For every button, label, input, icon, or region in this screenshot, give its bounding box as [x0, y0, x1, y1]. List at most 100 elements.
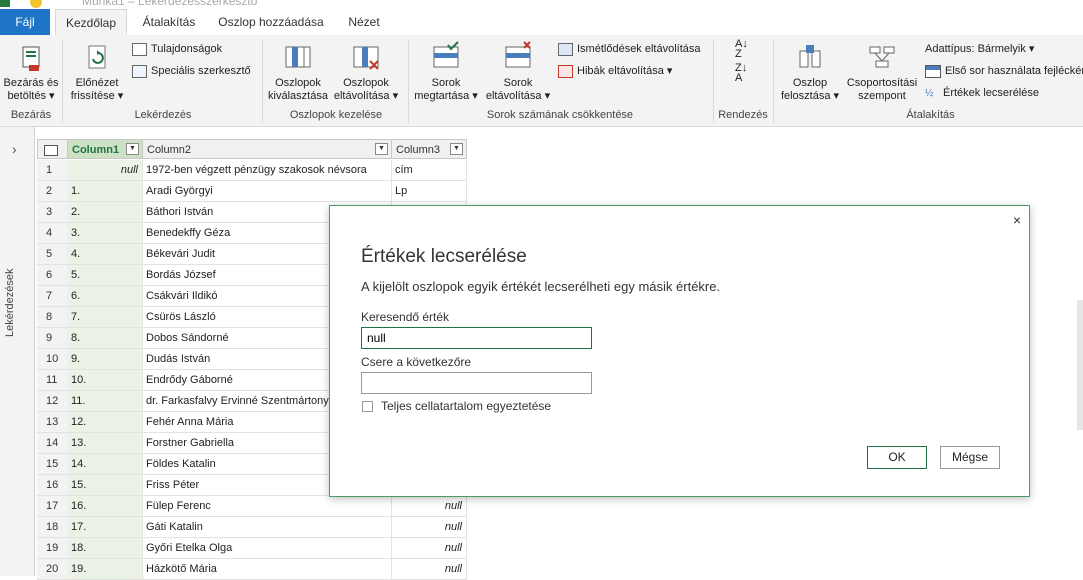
ribbon-separator [62, 39, 63, 123]
cancel-button[interactable]: Mégse [940, 446, 1000, 469]
properties-button[interactable]: Tulajdonságok [132, 41, 222, 57]
cell-column1[interactable]: 7. [67, 307, 143, 328]
cell-column1[interactable]: 19. [67, 559, 143, 580]
advanced-editor-button[interactable]: Speciális szerkesztő [132, 63, 251, 79]
replace-values-label: Értékek lecserélése [943, 87, 1039, 99]
row-number: 19 [37, 538, 68, 559]
cell-column1[interactable]: 2. [67, 202, 143, 223]
cell-column1[interactable]: 11. [67, 391, 143, 412]
vertical-scrollbar[interactable] [1077, 300, 1083, 430]
replace-values-button[interactable]: ½ Értékek lecserélése [925, 85, 1039, 102]
data-type-dropdown[interactable]: Adattípus: Bármelyik ▾ [925, 41, 1034, 57]
tab-add-column[interactable]: Oszlop hozzáadása [212, 9, 330, 35]
column-header-column1[interactable]: Column1 ▼ [67, 139, 143, 159]
row-number: 12 [37, 391, 68, 412]
cell-column1[interactable]: 13. [67, 433, 143, 454]
remove-duplicates-button[interactable]: Ismétlődések eltávolítása [558, 41, 701, 57]
excel-icon [0, 0, 10, 7]
cell-column1[interactable]: 18. [67, 538, 143, 559]
ok-button[interactable]: OK [867, 446, 927, 469]
sort-descending-button[interactable]: Z↓ A [735, 63, 747, 86]
dialog-title: Értékek lecserélése [361, 246, 527, 267]
cell-column2[interactable]: Házkötő Mária [142, 559, 392, 580]
cell-column1[interactable]: 15. [67, 475, 143, 496]
remove-columns-button[interactable]: Oszlopok eltávolítása ▾ [332, 41, 400, 103]
group-by-button[interactable]: Csoportosítási szempont [844, 41, 920, 103]
table-header-icon [925, 64, 941, 78]
row-number: 16 [37, 475, 68, 496]
match-entire-cell-checkbox[interactable] [362, 401, 373, 412]
cell-column2[interactable]: Gáti Katalin [142, 517, 392, 538]
close-and-load-button[interactable]: Bezárás és betöltés ▾ [2, 41, 60, 103]
column-header-column3[interactable]: Column3 ▼ [391, 139, 467, 159]
column-header-column2[interactable]: Column2 ▼ [142, 139, 392, 159]
sort-ascending-button[interactable]: A↓ Z [735, 39, 748, 62]
cell-column3[interactable]: null [391, 517, 467, 538]
tab-view[interactable]: Nézet [338, 9, 390, 35]
tab-file[interactable]: Fájl [0, 9, 50, 35]
split-column-label-2: felosztása ▾ [780, 90, 840, 102]
tab-transform[interactable]: Átalakítás [133, 9, 205, 35]
remove-rows-button[interactable]: Sorok eltávolítása ▾ [484, 41, 552, 103]
properties-icon [132, 42, 147, 56]
sort-ascending-icon: A↓ Z [735, 38, 748, 60]
use-first-row-label: Első sor használata fejlécként [945, 65, 1083, 77]
remove-errors-button[interactable]: Hibák eltávolítása ▾ [558, 63, 672, 79]
cell-column3[interactable]: null [391, 496, 467, 517]
cell-column1[interactable]: 16. [67, 496, 143, 517]
properties-label: Tulajdonságok [151, 43, 223, 55]
cell-column1[interactable]: 4. [67, 244, 143, 265]
expand-chevron-icon[interactable]: › [12, 141, 17, 157]
close-load-label-1: Bezárás és [3, 77, 59, 89]
close-icon[interactable]: × [1013, 212, 1021, 228]
sort-descending-icon: Z↓ A [735, 62, 748, 84]
remove-columns-icon [353, 46, 379, 70]
cell-column1[interactable]: 3. [67, 223, 143, 244]
row-number: 2 [37, 181, 68, 202]
cell-column1[interactable]: 12. [67, 412, 143, 433]
cell-column3[interactable]: cím [391, 160, 467, 181]
cell-column1[interactable]: 14. [67, 454, 143, 475]
cell-column1[interactable]: null [67, 160, 143, 181]
cell-column1[interactable]: 1. [67, 181, 143, 202]
cell-column2[interactable]: Győri Etelka Olga [142, 538, 392, 559]
smiley-icon [30, 0, 42, 8]
row-number: 9 [37, 328, 68, 349]
queries-pane[interactable]: › Lekérdezések [0, 127, 35, 576]
cell-column1[interactable]: 6. [67, 286, 143, 307]
cell-column3[interactable]: null [391, 559, 467, 580]
row-number: 4 [37, 223, 68, 244]
filter-dropdown-icon[interactable]: ▼ [375, 143, 388, 155]
filter-dropdown-icon[interactable]: ▼ [126, 143, 139, 155]
group-label-sort: Rendezés [718, 109, 768, 121]
split-column-button[interactable]: Oszlop felosztása ▾ [778, 41, 842, 103]
cell-column1[interactable]: 10. [67, 370, 143, 391]
cell-column1[interactable]: 9. [67, 349, 143, 370]
cell-column2[interactable]: Fülep Ferenc [142, 496, 392, 517]
cell-column2[interactable]: Aradi Györgyi [142, 181, 392, 202]
tab-home[interactable]: Kezdőlap [55, 9, 127, 35]
keep-rows-button[interactable]: Sorok megtartása ▾ [412, 41, 480, 103]
row-number: 11 [37, 370, 68, 391]
choose-columns-button[interactable]: Oszlopok kiválasztása [266, 41, 330, 103]
cell-column3[interactable]: Lp [391, 181, 467, 202]
use-first-row-button[interactable]: Első sor használata fejlécként [925, 63, 1083, 79]
cell-column1[interactable]: 5. [67, 265, 143, 286]
cell-column1[interactable]: 17. [67, 517, 143, 538]
cell-column3[interactable]: null [391, 538, 467, 559]
replace-with-input[interactable] [361, 372, 592, 394]
filter-dropdown-icon[interactable]: ▼ [450, 143, 463, 155]
group-by-label-1: Csoportosítási [846, 77, 918, 89]
cell-column2[interactable]: 1972-ben végzett pénzügy szakosok névsor… [142, 160, 392, 181]
remove-rows-label-1: Sorok [503, 77, 533, 89]
row-number: 6 [37, 265, 68, 286]
find-value-input[interactable] [361, 327, 592, 349]
row-number: 20 [37, 559, 68, 580]
refresh-preview-button[interactable]: Előnézet frissítése ▾ [66, 41, 128, 103]
table-menu-button[interactable] [37, 139, 68, 159]
split-column-label-1: Oszlop [792, 77, 828, 89]
ribbon-tabs: Fájl Kezdőlap Átalakítás Oszlop hozzáadá… [0, 9, 1083, 36]
split-column-icon [799, 45, 821, 68]
dialog-description: A kijelölt oszlopok egyik értékét lecser… [361, 279, 721, 294]
cell-column1[interactable]: 8. [67, 328, 143, 349]
